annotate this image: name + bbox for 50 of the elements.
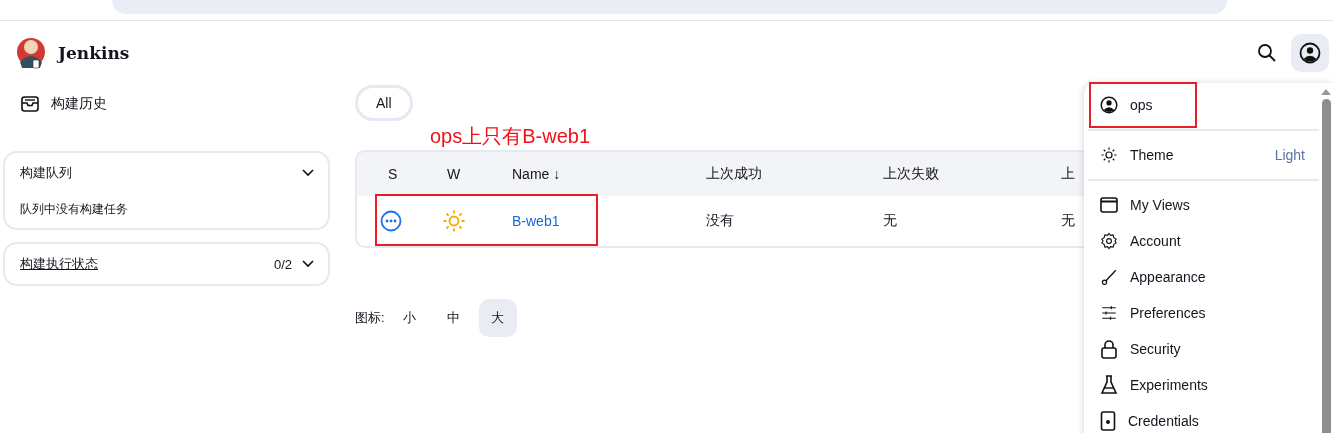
menu-item[interactable]: Experiments (1088, 367, 1319, 403)
user-icon (1299, 42, 1321, 64)
menu-item[interactable]: My Views (1088, 187, 1319, 223)
column-header[interactable]: S (388, 166, 447, 182)
column-header[interactable]: Name ↓ (512, 166, 706, 182)
sidebar-item[interactable]: 构建历史 (3, 85, 330, 123)
scroll-up-icon[interactable] (1321, 89, 1331, 95)
user-icon (1100, 96, 1118, 114)
chevron-down-icon[interactable] (302, 260, 314, 268)
table-cell-text: 无 (883, 212, 898, 230)
phone-icon (1100, 411, 1116, 431)
menu-item[interactable]: Preferences (1088, 295, 1319, 331)
app-title[interactable]: Jenkins (58, 43, 130, 63)
executor-count: 0/2 (273, 256, 292, 272)
table-cell-text: 没有 (706, 212, 735, 230)
panel-text: 队列中没有构建任务 (20, 201, 129, 218)
annotation-text: ops上只有B-web1 (430, 124, 592, 149)
chevron-down-icon[interactable] (302, 169, 314, 177)
icon-size-option[interactable]: 小 (390, 299, 429, 337)
view-tab[interactable]: All (355, 85, 413, 121)
sun-icon (1100, 146, 1118, 164)
menu-item[interactable]: Credentials (1088, 403, 1319, 433)
column-header[interactable]: W (447, 166, 512, 182)
person-logo-icon (16, 36, 46, 70)
menu-item[interactable]: Theme Light (1088, 137, 1319, 173)
icon-size-label: 图标: (355, 309, 385, 327)
menu-item[interactable]: Account (1088, 223, 1319, 259)
table-cell-text: 无 (1061, 212, 1076, 230)
panel-title: 构建队列 (20, 164, 72, 182)
sliders-icon (1100, 304, 1118, 322)
theme-value: Light (1274, 147, 1305, 163)
padlock-icon (1100, 339, 1118, 359)
panel-title[interactable]: 构建执行状态 (20, 255, 98, 273)
icon-size-option[interactable]: 大 (478, 299, 517, 337)
sun-icon (442, 209, 466, 233)
menu-item[interactable]: Security (1088, 331, 1319, 367)
flask-icon (1100, 375, 1118, 395)
menu-item[interactable]: Appearance (1088, 259, 1319, 295)
settings-icon (1100, 232, 1118, 250)
brush-icon (1100, 268, 1118, 286)
menu-item[interactable]: ops (1088, 87, 1319, 123)
column-header[interactable]: 上次失败 (883, 165, 1061, 183)
user-button[interactable] (1291, 34, 1329, 72)
search-icon[interactable] (1257, 43, 1277, 63)
column-header[interactable]: 上次成功 (706, 165, 883, 183)
icon-size-option[interactable]: 中 (434, 299, 473, 337)
status-pending-icon (380, 210, 402, 232)
inbox-icon (21, 96, 39, 112)
window-icon (1100, 197, 1118, 213)
job-link[interactable]: B-web1 (512, 213, 560, 229)
